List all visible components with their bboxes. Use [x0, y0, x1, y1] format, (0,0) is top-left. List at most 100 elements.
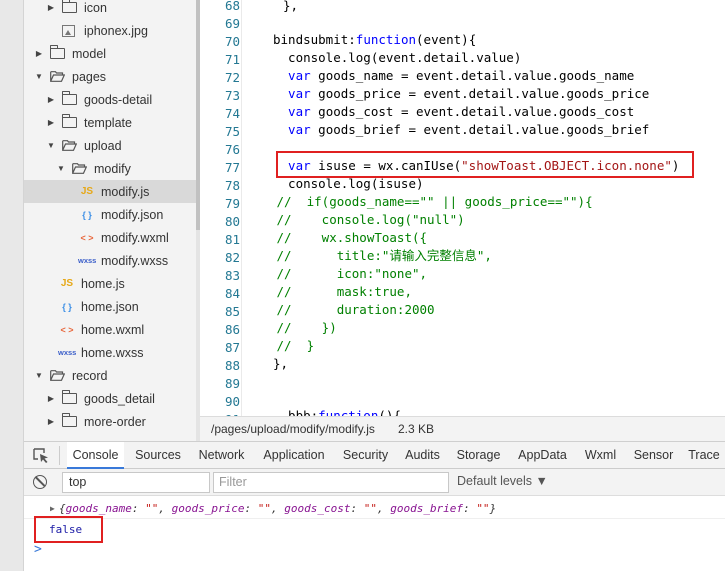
gutter-divider: [241, 0, 242, 416]
code-line-91: bbb:function(){: [273, 408, 401, 416]
activity-bar: [0, 0, 24, 571]
folder-icon: [49, 45, 65, 59]
tree-item-modify-js[interactable]: JS modify.js: [24, 180, 196, 203]
folder-icon: [61, 0, 77, 13]
line-number: 80: [224, 214, 240, 229]
tab-network[interactable]: Network: [192, 442, 251, 469]
line-number: 72: [224, 70, 240, 85]
tree-item-home-wxss[interactable]: wxss home.wxss: [24, 341, 196, 364]
json-file-icon: { }: [82, 209, 92, 220]
line-number: 89: [224, 376, 240, 391]
tree-item-label: upload: [84, 138, 122, 153]
tree-item-modify-wxss[interactable]: wxss modify.wxss: [24, 249, 196, 272]
tree-item-icon[interactable]: ▶ icon: [24, 0, 196, 19]
chevron-down-icon[interactable]: ▼: [34, 371, 44, 381]
folder-open-icon: [72, 163, 87, 174]
tab-trace[interactable]: Trace: [683, 442, 725, 469]
tab-wxml[interactable]: Wxml: [578, 442, 623, 469]
wxml-file-icon: < >: [80, 232, 94, 243]
tree-item-label: modify.json: [101, 207, 164, 222]
chevron-down-icon[interactable]: ▼: [34, 72, 44, 82]
tab-security[interactable]: Security: [336, 442, 395, 469]
tree-item-more-order[interactable]: ▶ more-order: [24, 410, 196, 433]
chevron-right-icon[interactable]: ▶: [34, 49, 44, 59]
console-log-object[interactable]: ▶ {goods_name: "", goods_price: "", good…: [24, 498, 725, 519]
chevron-down-icon[interactable]: ▼: [56, 164, 66, 174]
inspect-element-icon[interactable]: [33, 448, 49, 463]
tree-item-model[interactable]: ▶ model: [24, 42, 196, 65]
chevron-right-icon[interactable]: ▶: [46, 394, 56, 404]
tree-item-label: iphonex.jpg: [84, 23, 148, 38]
tree-item-modify-wxml[interactable]: < > modify.wxml: [24, 226, 196, 249]
tree-item-modify[interactable]: ▼ modify: [24, 157, 196, 180]
tree-item-label: goods_detail: [84, 391, 155, 406]
folder-open-icon: [50, 370, 65, 381]
line-number: 77: [224, 160, 240, 175]
line-number: 83: [224, 268, 240, 283]
context-selector[interactable]: top: [62, 472, 210, 493]
chevron-right-icon[interactable]: ▶: [46, 417, 56, 427]
tree-item-label: home.js: [81, 276, 125, 291]
tree-item-label: goods-detail: [84, 92, 153, 107]
log-object-preview: {goods_name: "", goods_price: "", goods_…: [59, 502, 497, 515]
image-file-icon: [62, 24, 75, 37]
folder-open-icon: [50, 71, 65, 82]
tree-item-label: modify: [94, 161, 131, 176]
tab-sensor[interactable]: Sensor: [628, 442, 679, 469]
tree-item-label: modify.wxml: [101, 230, 169, 245]
code-line-75: var goods_brief = event.detail.value.goo…: [273, 122, 650, 137]
code-editor[interactable]: 68 69 70 71 72 73 74 75 76 77 78 79 80 81 82 83 84 85 86 87…: [200, 0, 725, 416]
tree-item-modify-json[interactable]: { } modify.json: [24, 203, 196, 226]
file-explorer: ▶ icon iphonex.jpg ▶ model ▼ pages ▶ goods-detai…: [24, 0, 196, 441]
tree-item-home-js[interactable]: JS home.js: [24, 272, 196, 295]
tree-item-pages[interactable]: ▼ pages: [24, 65, 196, 88]
tree-item-label: modify.wxss: [101, 253, 169, 268]
code-line-79: // if(goods_name=="" || goods_price=="")…: [269, 194, 593, 209]
context-value: top: [69, 475, 87, 489]
tree-item-home-wxml[interactable]: < > home.wxml: [24, 318, 196, 341]
tab-appdata[interactable]: AppData: [512, 442, 573, 469]
chevron-down-icon[interactable]: ▼: [46, 141, 56, 151]
json-file-icon: { }: [62, 301, 72, 312]
wxml-file-icon: < >: [60, 324, 74, 335]
tree-item-label: pages: [72, 69, 107, 84]
tree-item-template[interactable]: ▶ template: [24, 111, 196, 134]
chevron-right-icon[interactable]: ▶: [46, 3, 56, 13]
tree-item-label: home.wxss: [81, 345, 144, 360]
tree-item-iphonex-jpg[interactable]: iphonex.jpg: [24, 19, 196, 42]
tab-audits[interactable]: Audits: [400, 442, 445, 469]
line-number: 82: [224, 250, 240, 265]
tree-item-label: modify.js: [101, 184, 150, 199]
folder-icon: [61, 390, 77, 404]
js-file-icon: JS: [80, 186, 94, 197]
editor-status-bar: /pages/upload/modify/modify.js 2.3 KB: [200, 416, 725, 441]
console-prompt[interactable]: >: [34, 542, 42, 557]
log-levels-dropdown[interactable]: Default levels ▼: [457, 474, 548, 488]
tree-item-label: icon: [84, 0, 107, 15]
file-size: 2.3 KB: [398, 422, 435, 436]
tree-item-record[interactable]: ▼ record: [24, 364, 196, 387]
tree-item-goods-detail[interactable]: ▶ goods_detail: [24, 387, 196, 410]
line-number: 73: [224, 88, 240, 103]
tree-item-home-json[interactable]: { } home.json: [24, 295, 196, 318]
tab-sources[interactable]: Sources: [129, 442, 187, 469]
tab-storage[interactable]: Storage: [450, 442, 507, 469]
tab-application[interactable]: Application: [257, 442, 331, 469]
tree-item-upload[interactable]: ▼ upload: [24, 134, 196, 157]
line-number: 84: [224, 286, 240, 301]
chevron-right-icon[interactable]: ▶: [46, 95, 56, 105]
js-file-icon: JS: [60, 278, 74, 289]
code-line-85: // duration:2000: [269, 302, 435, 317]
chevron-right-icon[interactable]: ▶: [46, 118, 56, 128]
tree-item-goods-detail[interactable]: ▶ goods-detail: [24, 88, 196, 111]
code-line-84: // mask:true,: [269, 284, 412, 299]
line-number: 75: [224, 124, 240, 139]
tab-console[interactable]: Console: [67, 442, 124, 469]
line-number: 68: [224, 0, 240, 13]
code-line-74: var goods_cost = event.detail.value.good…: [273, 104, 635, 119]
clear-console-icon[interactable]: [33, 475, 47, 489]
line-number-gutter: 68 69 70 71 72 73 74 75 76 77 78 79 80 81 82 83 84 85 86 87…: [200, 0, 240, 416]
folder-icon: [61, 413, 77, 427]
tree-item-label: home.json: [81, 299, 139, 314]
console-filter-input[interactable]: Filter: [213, 472, 449, 493]
